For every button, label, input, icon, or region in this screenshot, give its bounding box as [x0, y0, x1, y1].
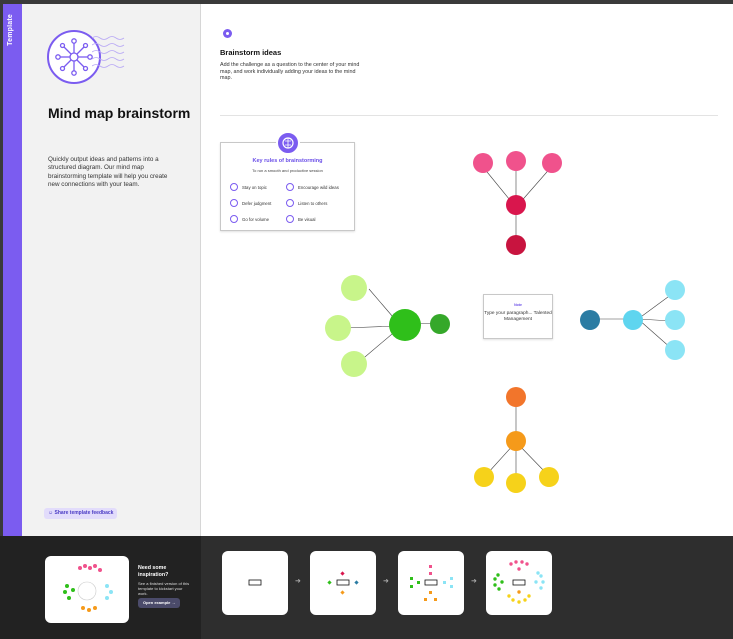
note-label: Note	[514, 303, 522, 307]
mind-map-node[interactable]	[580, 310, 600, 330]
mind-map-node[interactable]	[542, 153, 562, 173]
rail-label: Template	[7, 14, 14, 46]
mind-map-center-node[interactable]	[623, 310, 643, 330]
step-thumbnail-1[interactable]	[222, 551, 288, 615]
example-preview-thumbnail[interactable]	[45, 556, 129, 623]
inspiration-title: Need some inspiration?	[138, 565, 169, 578]
mind-map-center-node[interactable]	[506, 195, 526, 215]
inspiration-strip: Need some inspiration? See a finished ve…	[0, 536, 733, 639]
mind-map-node[interactable]	[506, 151, 526, 171]
mind-map-connectors	[344, 164, 673, 479]
template-panel: Mind map brainstorm Quickly output ideas…	[22, 4, 201, 536]
mind-map-node[interactable]	[341, 351, 367, 377]
mind-map-node[interactable]	[506, 235, 526, 255]
arrow-right-icon: ➜	[295, 578, 301, 585]
mind-map-node[interactable]	[341, 275, 367, 301]
template-description: Quickly output ideas and patterns into a…	[48, 156, 168, 188]
mind-map-node[interactable]	[474, 467, 494, 487]
mind-map-node[interactable]	[665, 340, 685, 360]
mind-map-node[interactable]	[473, 153, 493, 173]
template-rail: Template	[0, 4, 22, 536]
mind-map-node[interactable]	[325, 315, 351, 341]
feedback-label: Share template feedback	[54, 510, 114, 516]
open-example-label: Open example	[143, 600, 171, 605]
page: Template Mind map brainstorm Quickly out…	[0, 0, 733, 639]
wave-decoration	[92, 36, 125, 68]
step-thumbnail-2[interactable]	[310, 551, 376, 615]
mind-map-center-node[interactable]	[506, 431, 526, 451]
arrow-right-icon: ➜	[471, 578, 477, 585]
mind-map-node[interactable]	[506, 387, 526, 407]
share-feedback-button[interactable]: ☺ Share template feedback	[44, 508, 118, 519]
inspiration-panel: Need some inspiration? See a finished ve…	[0, 536, 201, 639]
mind-map-node[interactable]	[506, 473, 526, 493]
arrow-right-icon: →	[170, 600, 176, 605]
arrow-right-icon: ➜	[383, 578, 389, 585]
mind-map-node[interactable]	[539, 467, 559, 487]
open-example-button[interactable]: Open example →	[138, 598, 181, 608]
sticky-note[interactable]: Note Type your paragraph... Talented Man…	[483, 294, 553, 339]
note-text: Type your paragraph... Talented Manageme…	[484, 311, 552, 322]
mind-map-center-node[interactable]	[389, 309, 421, 341]
step-thumbnail-4[interactable]	[486, 551, 552, 615]
mind-map-node[interactable]	[665, 310, 685, 330]
step-thumbnail-3[interactable]	[398, 551, 464, 615]
template-title: Mind map brainstorm	[48, 105, 191, 121]
mind-map-node[interactable]	[665, 280, 685, 300]
board-canvas[interactable]: Brainstorm ideas Add the challenge as a …	[202, 4, 733, 536]
inspiration-description: See a finished version of this template …	[138, 581, 190, 596]
mind-map-node[interactable]	[430, 314, 450, 334]
